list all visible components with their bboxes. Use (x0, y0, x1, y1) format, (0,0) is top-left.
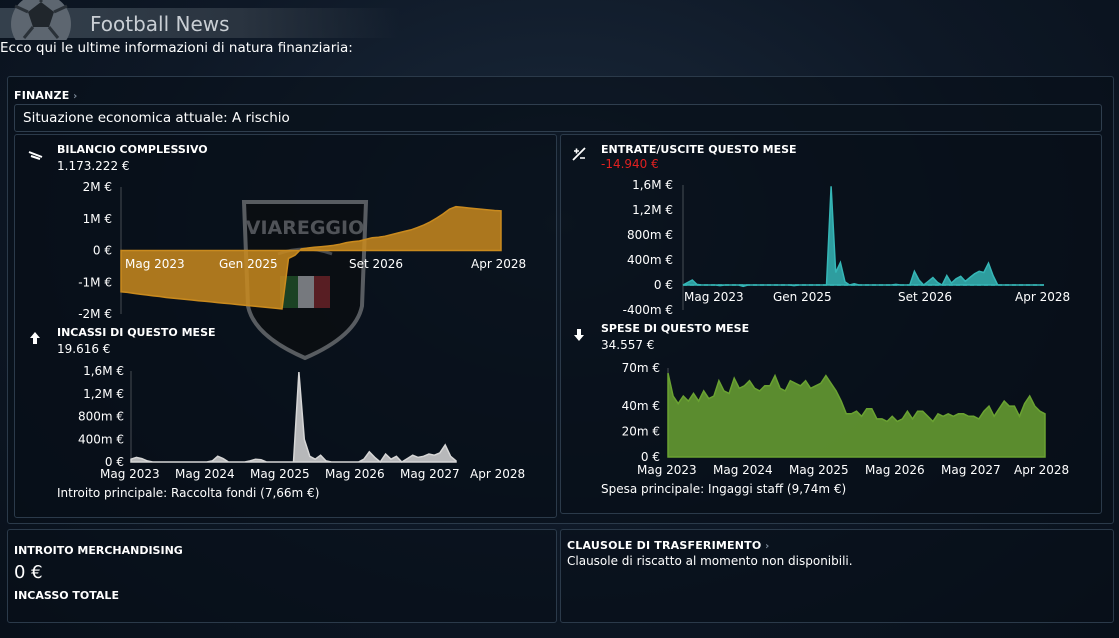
chart-entrate-area (682, 186, 1044, 288)
incassi-y-tick: 400m € (78, 432, 124, 446)
balance-icon (28, 146, 44, 166)
entrate-y-tick: 1,2M € (632, 203, 673, 217)
financial-status-box: Situazione economica attuale: A rischio (14, 104, 1102, 132)
spese-y-tick: 70m € (622, 361, 660, 375)
plus-minus-icon (571, 146, 587, 166)
chart-incassi-area (130, 372, 457, 464)
incassi-x-tick: Mag 2024 (175, 467, 235, 481)
bilancio-y-tick: -1M € (78, 275, 112, 289)
incassi-label: INCASSI DI QUESTO MESE (57, 326, 216, 339)
incassi-y-tick: 800m € (78, 410, 124, 424)
incassi-y-tick: 1,6M € (83, 364, 124, 378)
chevron-right-icon: › (761, 541, 770, 552)
bilancio-y-tick: 0 € (93, 244, 112, 258)
financial-status-text: Situazione economica attuale: A rischio (23, 110, 290, 126)
incassi-chart: 1,6M €1,2M €800m €400m €0 €Mag 2023 Mag 2… (78, 364, 525, 481)
incassi-note-label: Introito principale: (57, 486, 168, 500)
finance-section-title[interactable]: FINANZE › (14, 89, 77, 102)
incassi-x-tick: Apr 2028 (470, 467, 525, 481)
chevron-right-icon: › (69, 91, 78, 102)
entrate-uscite-value: -14.940 € (601, 157, 659, 171)
entrate-x-tick: Gen 2025 (773, 290, 832, 304)
incassi-note: Introito principale: Raccolta fondi (7,6… (57, 486, 319, 500)
entrate-y-tick: 0 € (654, 278, 673, 292)
bilancio-x-tick: Gen 2025 (219, 257, 278, 271)
entrate-y-tick: 1,6M € (632, 178, 673, 192)
merchandising-value: 0 € (14, 562, 43, 583)
spese-x-tick: Apr 2028 (1014, 463, 1069, 477)
spese-note: Spesa principale: Ingaggi staff (9,74m €… (601, 482, 846, 496)
spese-x-tick: Mag 2025 (789, 463, 849, 477)
spese-y-tick: 40m € (622, 399, 660, 413)
entrate-y-tick: 800m € (627, 228, 673, 242)
transfer-clauses-text: Clausole di riscatto al momento non disp… (567, 554, 853, 568)
incassi-x-tick: Mag 2027 (400, 467, 460, 481)
bilancio-y-tick: 2M € (83, 180, 112, 194)
page-subtitle: Ecco qui le ultime informazioni di natur… (0, 40, 353, 56)
entrate-y-tick: -400m € (623, 303, 673, 317)
arrow-up-icon (28, 330, 42, 349)
spese-y-tick: 20m € (622, 425, 660, 439)
spese-y-tick: 0 € (641, 450, 660, 464)
bilancio-label: BILANCIO COMPLESSIVO (57, 143, 208, 156)
spese-x-tick: Mag 2026 (865, 463, 925, 477)
bilancio-value: 1.173.222 € (57, 159, 130, 173)
football-icon (4, 0, 78, 40)
spese-value: 34.557 € (601, 338, 655, 352)
incassi-value: 19.616 € (57, 342, 111, 356)
chart-spese-area (667, 372, 1046, 458)
spese-x-tick: Mag 2024 (713, 463, 773, 477)
spese-x-tick: Mag 2023 (637, 463, 697, 477)
entrate-x-tick: Apr 2028 (1015, 290, 1070, 304)
merchandising-label: INTROITO MERCHANDISING (14, 544, 183, 557)
incassi-x-tick: Mag 2025 (250, 467, 310, 481)
incassi-x-tick: Mag 2026 (325, 467, 385, 481)
spese-note-value: Ingaggi staff (9,74m €) (708, 482, 847, 496)
total-income-label: INCASSO TOTALE (14, 589, 119, 602)
bilancio-x-tick: Mag 2023 (125, 257, 185, 271)
spese-note-label: Spesa principale: (601, 482, 705, 496)
spese-label: SPESE DI QUESTO MESE (601, 322, 750, 335)
transfer-clauses-title-label: CLAUSOLE DI TRASFERIMENTO (567, 539, 762, 552)
spese-x-tick: Mag 2027 (941, 463, 1001, 477)
page-title: Football News (90, 12, 230, 36)
bilancio-y-tick: -2M € (78, 307, 112, 321)
incassi-note-value: Raccolta fondi (7,66m €) (171, 486, 320, 500)
transfer-clauses-title[interactable]: CLAUSOLE DI TRASFERIMENTO › (567, 539, 769, 552)
bilancio-chart: 2M € 1M € 0 € -1M € -2M € Mag 2023 Gen 2025 Set… (78, 180, 526, 321)
bilancio-x-tick: Set 2026 (349, 257, 403, 271)
incassi-y-tick: 1,2M € (83, 387, 124, 401)
entrate-uscite-label: ENTRATE/USCITE QUESTO MESE (601, 143, 797, 156)
arrow-down-icon (572, 327, 586, 346)
entrate-x-tick: Mag 2023 (684, 290, 744, 304)
spese-chart: 70m € 40m € 20m € 0 €Mag 2023 Mag 2024 Mag 20… (622, 361, 1070, 477)
bilancio-x-tick: Apr 2028 (471, 257, 526, 271)
bilancio-y-tick: 1M € (83, 212, 112, 226)
entrate-x-tick: Set 2026 (898, 290, 952, 304)
entrate-uscite-chart: 1,6M € 1,2M € 800m € 400m € 0 € -400m € Mag 20… (623, 178, 1071, 317)
finance-title-label: FINANZE (14, 89, 70, 102)
incassi-x-tick: Mag 2023 (100, 467, 160, 481)
entrate-y-tick: 400m € (627, 253, 673, 267)
